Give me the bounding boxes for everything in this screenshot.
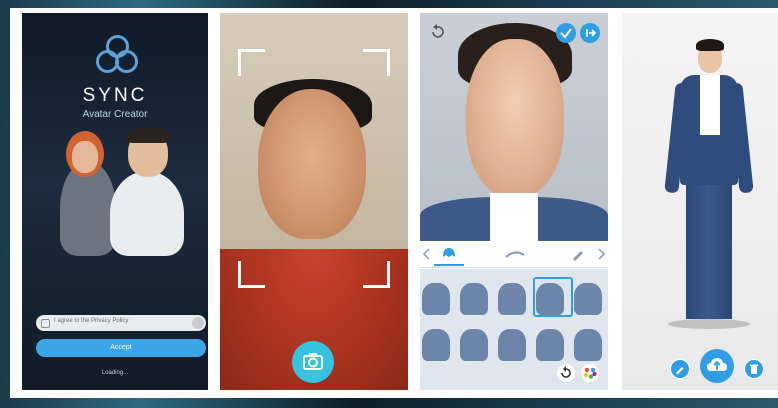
camera-capture-button[interactable] [292, 341, 334, 383]
hairstyle-option[interactable] [460, 329, 488, 361]
hairstyle-option[interactable] [422, 329, 450, 361]
checkbox[interactable] [41, 319, 50, 328]
accept-button[interactable]: Accept [36, 339, 206, 357]
frame-corner-tr [363, 49, 390, 76]
hairstyle-option[interactable] [574, 283, 602, 315]
tab-underline [434, 264, 464, 266]
camera-icon [303, 353, 323, 370]
ground-shadow [668, 319, 750, 329]
category-tabs [420, 241, 608, 268]
pencil-icon[interactable] [570, 246, 586, 262]
privacy-label: I agree to the Privacy Policy [54, 318, 129, 324]
app-name: SYNC [82, 85, 148, 106]
edit-icon [671, 360, 689, 378]
exit-button[interactable] [580, 23, 600, 43]
avatar-shirt [700, 75, 720, 135]
frame-corner-br [363, 261, 390, 288]
hairstyle-option[interactable] [574, 329, 602, 361]
privacy-policy-toggle[interactable]: I agree to the Privacy Policy [36, 315, 206, 331]
hairstyle-option[interactable] [422, 283, 450, 315]
hairstyle-option[interactable] [498, 329, 526, 361]
hair-icon[interactable] [440, 245, 458, 263]
avatar-legs [686, 183, 732, 319]
avatar-hair [696, 39, 724, 51]
hairstyle-option[interactable] [498, 283, 526, 315]
palette-icon[interactable] [580, 363, 600, 383]
exit-icon [586, 29, 597, 37]
undo-icon[interactable] [428, 23, 446, 41]
frame-corner-bl [238, 261, 265, 288]
upload-icon [707, 358, 727, 371]
check-button[interactable] [556, 23, 576, 43]
check-icon [560, 28, 572, 39]
avatar-face [466, 39, 564, 197]
avatar-portrait [420, 13, 608, 243]
app-subtitle: Avatar Creator [82, 109, 148, 120]
delete-icon [745, 360, 763, 378]
hairstyle-option[interactable] [460, 283, 488, 315]
sample-avatars [52, 121, 192, 256]
frame-corner-tl [238, 49, 265, 76]
sync-logo-icon [96, 35, 138, 75]
full-body-screen [622, 13, 778, 390]
chevron-left-icon[interactable] [422, 248, 432, 260]
toggle-knob [192, 317, 204, 329]
upload-button[interactable] [700, 349, 734, 383]
capture-screen [220, 13, 408, 390]
edit-button[interactable] [670, 359, 690, 379]
splash-screen: SYNC Avatar Creator I agree to the Priva… [22, 13, 208, 390]
editor-screen [420, 13, 608, 390]
reset-icon[interactable] [556, 363, 576, 383]
delete-button[interactable] [744, 359, 764, 379]
brow-icon[interactable] [504, 249, 526, 259]
hairstyle-option[interactable] [536, 329, 564, 361]
showcase-sheet: SYNC Avatar Creator I agree to the Priva… [10, 8, 778, 398]
selected-hairstyle-frame [533, 277, 573, 317]
subject-face [258, 89, 366, 239]
avatar-collar [490, 193, 538, 241]
loading-text: Loading... [101, 370, 129, 376]
chevron-right-icon[interactable] [596, 248, 606, 260]
